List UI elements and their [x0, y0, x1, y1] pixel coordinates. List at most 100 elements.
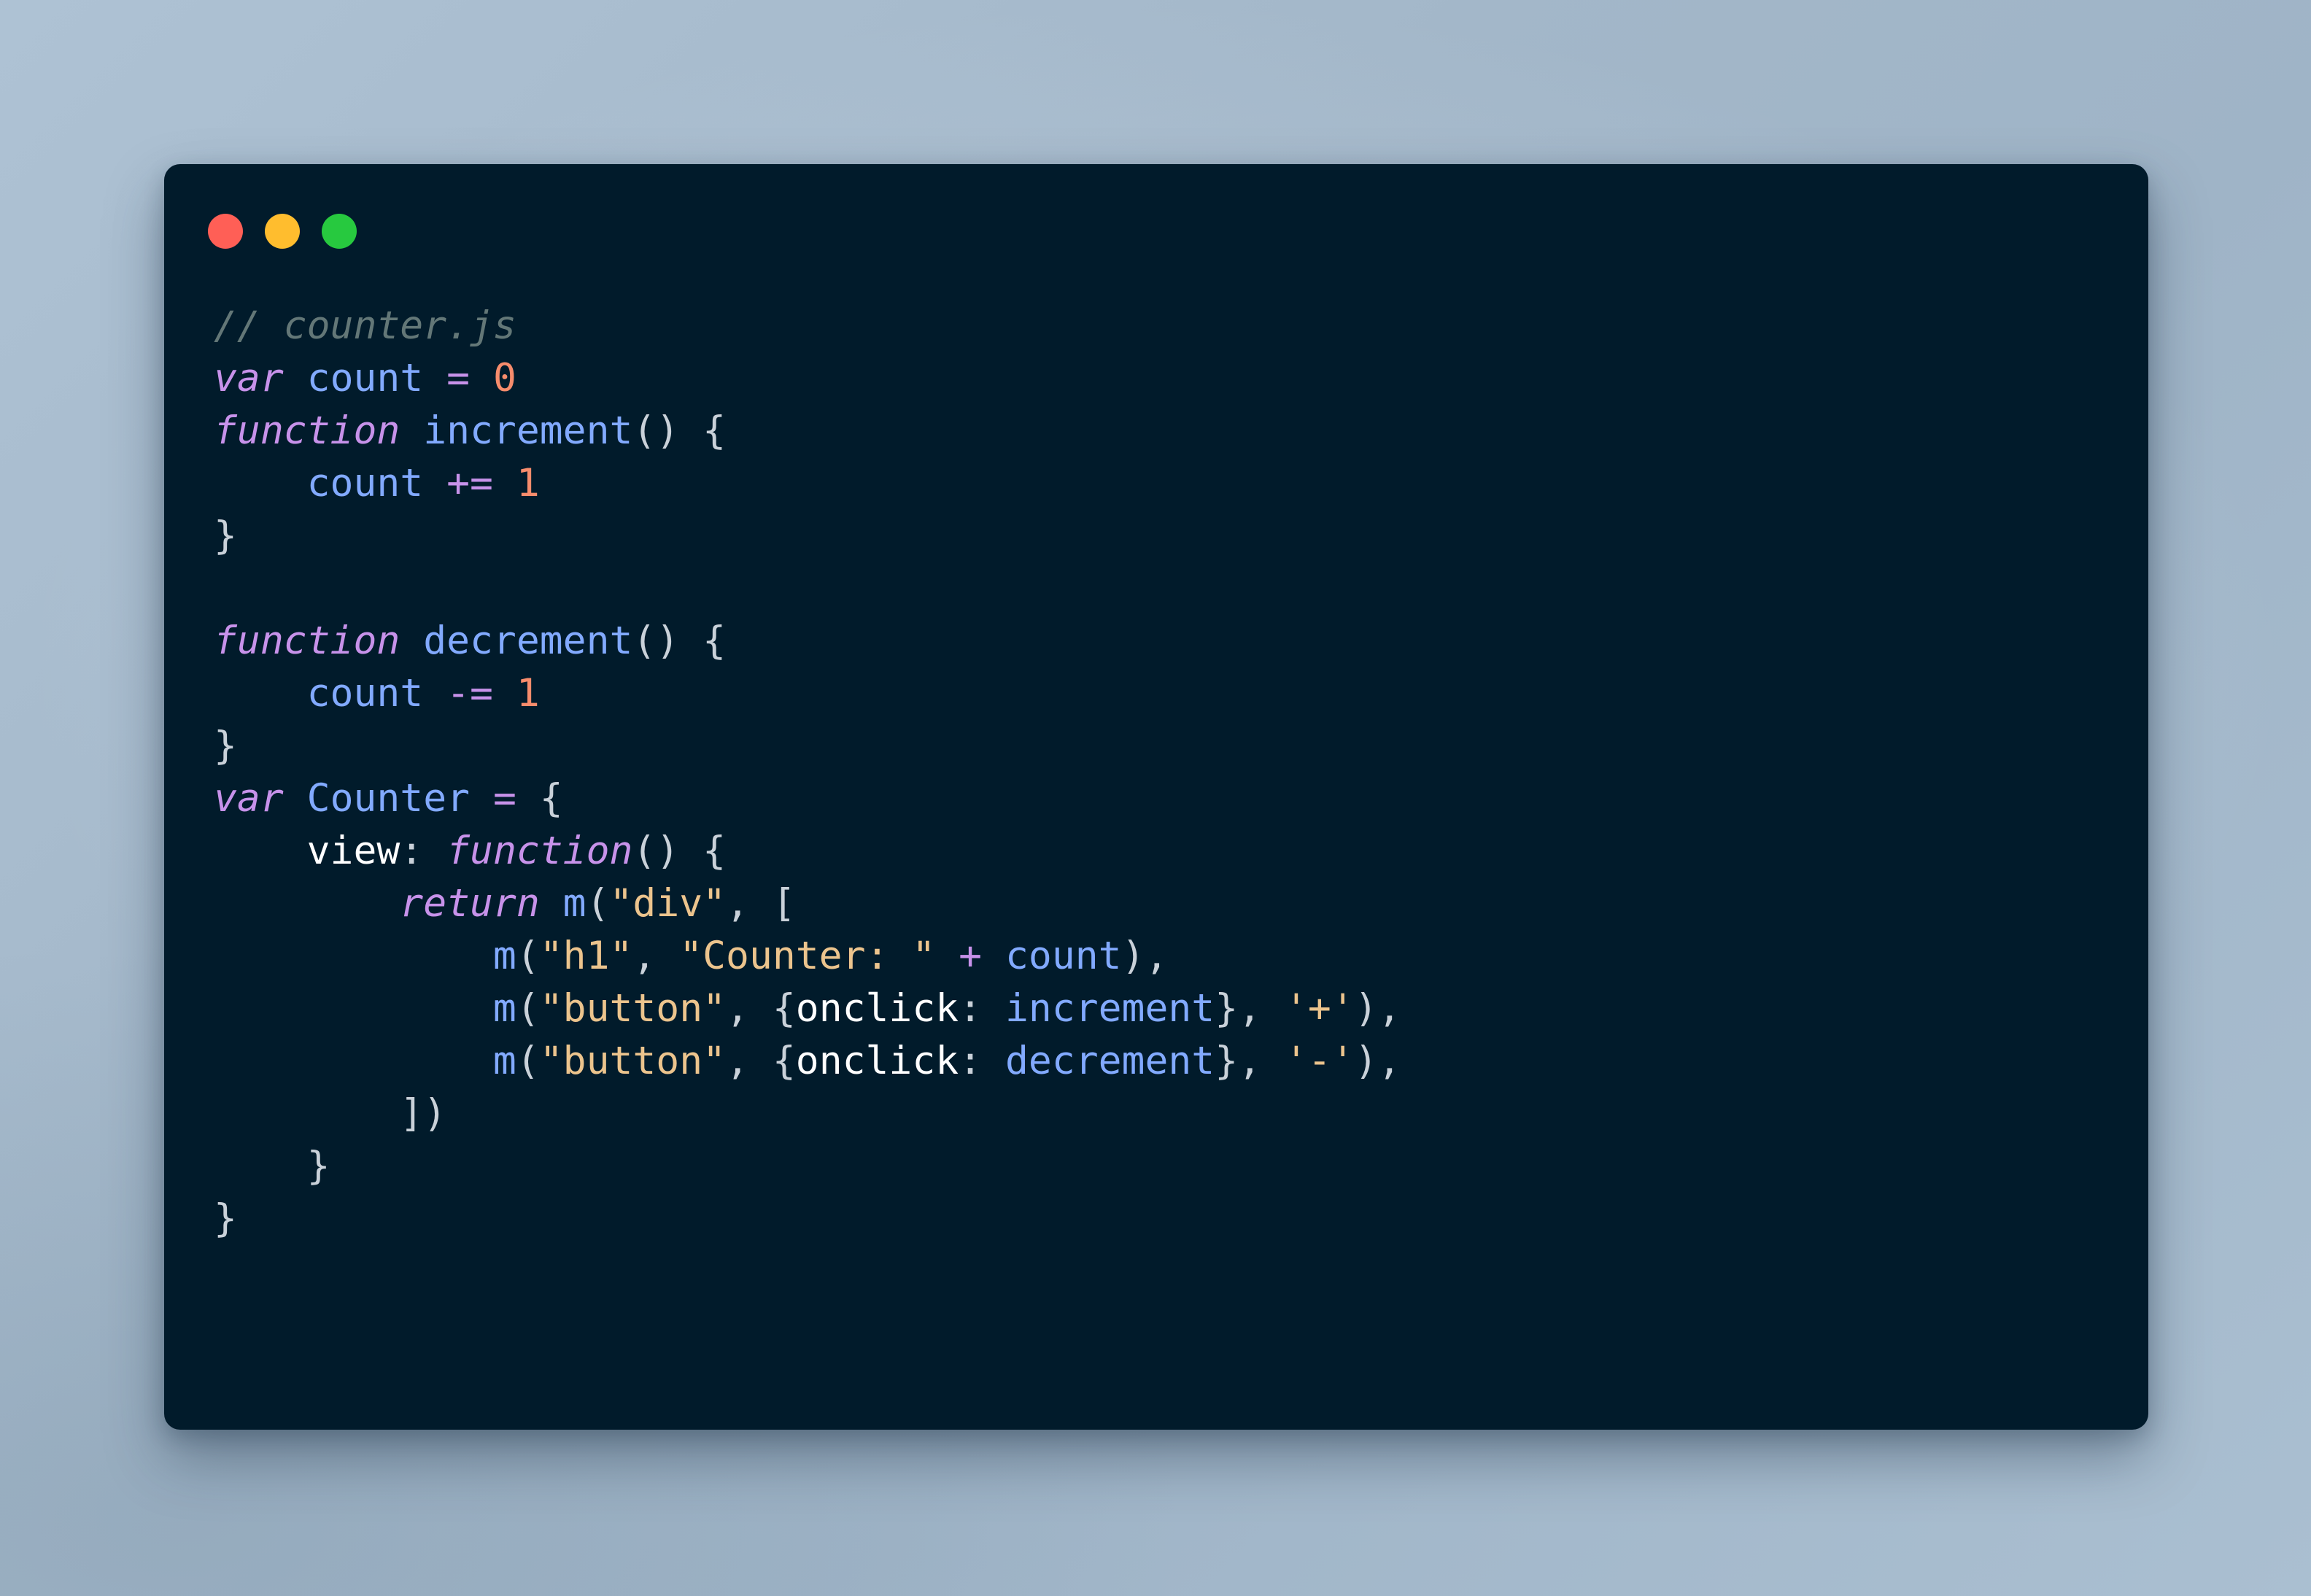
code-line: } [214, 1193, 2126, 1245]
code-token: function [214, 619, 400, 663]
code-token: ), [1354, 1039, 1401, 1083]
code-line: } [214, 1140, 2126, 1193]
code-token: m [562, 881, 587, 926]
code-token: decrement [423, 619, 633, 663]
code-line: var count = 0 [214, 352, 2126, 405]
code-token: = [492, 776, 516, 821]
code-token: var [214, 776, 284, 821]
code-token: "h1" [539, 934, 633, 978]
code-token: , [726, 986, 749, 1031]
code-token: () [632, 408, 680, 453]
code-token: ), [1354, 986, 1401, 1031]
code-token: -= [446, 671, 493, 716]
code-line: return m("div", [ [214, 878, 2126, 930]
code-token: ( [516, 934, 540, 978]
code-line: ​ [214, 562, 2126, 615]
code-token: }, [1215, 1039, 1262, 1083]
code-editor-content[interactable]: // counter.js var count = 0 function incre… [214, 300, 2126, 1415]
code-token: "button" [539, 1039, 727, 1083]
code-token: () [632, 829, 680, 873]
minimize-button[interactable] [265, 214, 300, 249]
code-token: { [772, 1039, 796, 1083]
code-token: return [400, 881, 540, 926]
code-token: } [214, 514, 237, 558]
code-token: () [632, 619, 680, 663]
code-token: 1 [516, 671, 540, 716]
code-token: count [306, 356, 424, 400]
code-token: } [214, 724, 237, 768]
code-token: }, [1215, 986, 1262, 1031]
code-token: var [214, 356, 284, 400]
code-token: ( [516, 986, 540, 1031]
code-token: increment [1005, 986, 1215, 1031]
code-token: 0 [492, 356, 516, 400]
code-line: var Counter = { [214, 772, 2126, 825]
code-line: count += 1 [214, 457, 2126, 510]
code-line: count -= 1 [214, 667, 2126, 720]
code-token: increment [423, 408, 633, 453]
code-token: ]) [400, 1091, 447, 1136]
code-token: count [306, 461, 424, 505]
code-token: '+' [1284, 986, 1355, 1031]
code-token: ( [586, 881, 610, 926]
close-button[interactable] [208, 214, 243, 249]
code-token: 1 [516, 461, 540, 505]
code-token: } [306, 1144, 330, 1188]
code-token: ), [1121, 934, 1169, 978]
code-token: + [959, 934, 983, 978]
code-line: m("button", {onclick: decrement}, '-'), [214, 1035, 2126, 1088]
code-line: // counter.js [214, 300, 2126, 352]
code-token: '-' [1284, 1039, 1355, 1083]
code-token: onclick [795, 1039, 959, 1083]
code-line: m("button", {onclick: increment}, '+'), [214, 983, 2126, 1035]
code-token: { [702, 829, 727, 873]
maximize-button[interactable] [322, 214, 357, 249]
code-token: , [726, 1039, 749, 1083]
code-token: Counter [306, 776, 471, 821]
code-line: function decrement() { [214, 615, 2126, 667]
code-token: : [959, 986, 983, 1031]
code-token: decrement [1005, 1039, 1215, 1083]
window-titlebar [208, 214, 357, 249]
code-token: } [214, 1196, 237, 1241]
code-token: , [632, 934, 657, 978]
code-token: onclick [795, 986, 959, 1031]
code-token: ( [516, 1039, 540, 1083]
code-token: count [1005, 934, 1122, 978]
code-line: m("h1", "Counter: " + count), [214, 930, 2126, 983]
code-token: m [492, 934, 516, 978]
code-token: "div" [609, 881, 727, 926]
code-token: : [400, 829, 424, 873]
code-token: m [492, 1039, 516, 1083]
code-token: "button" [539, 986, 727, 1031]
